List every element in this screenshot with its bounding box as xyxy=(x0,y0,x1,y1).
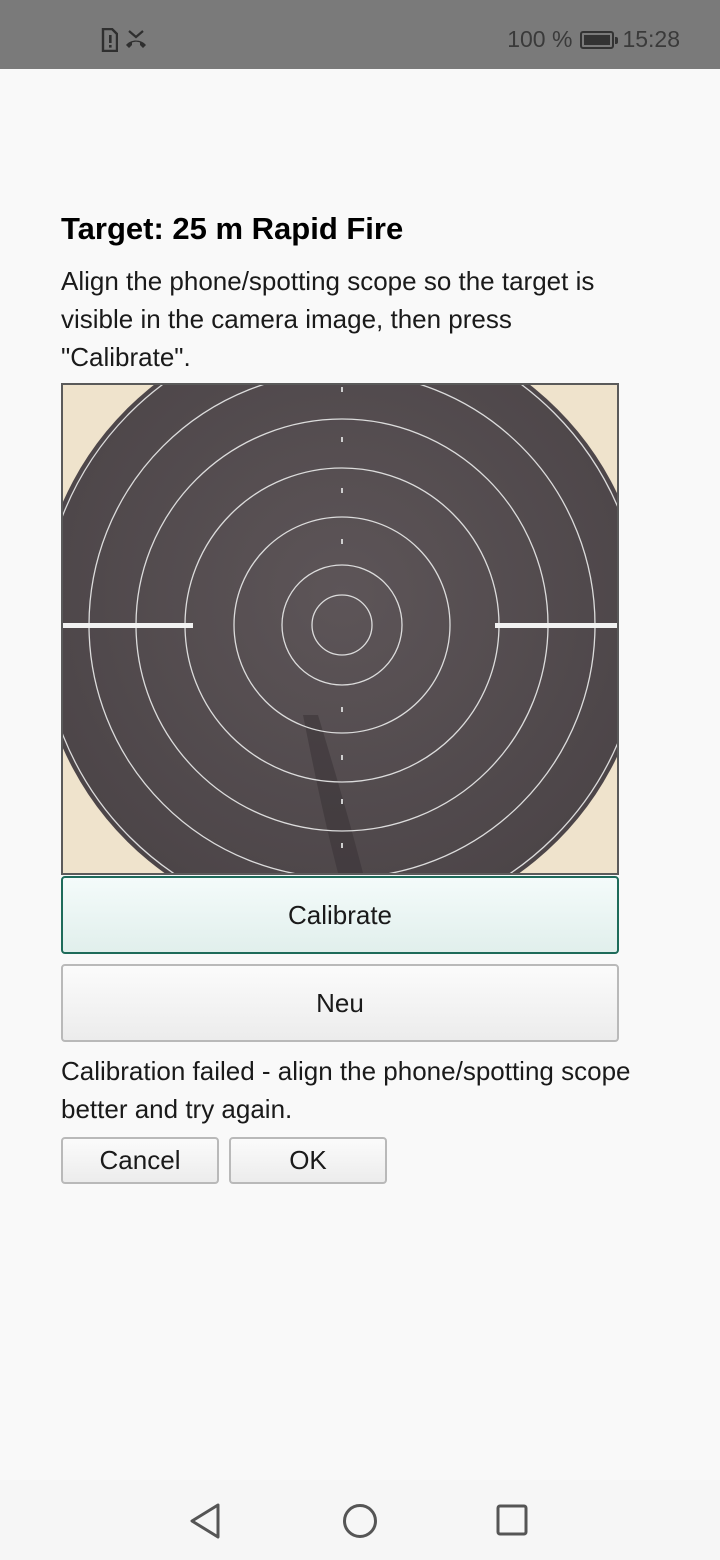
target-image xyxy=(63,385,617,873)
sim-alert-icon xyxy=(100,27,119,57)
status-bar: 100 % 15:28 xyxy=(0,0,720,69)
status-bar-left-icons xyxy=(100,27,148,57)
back-icon[interactable] xyxy=(188,1502,222,1545)
target-left-bar xyxy=(63,623,193,628)
instructions-text: Align the phone/spotting scope so the ta… xyxy=(61,266,595,372)
clock: 15:28 xyxy=(622,26,680,52)
calibrate-button[interactable]: Calibrate xyxy=(61,876,619,954)
cancel-button[interactable]: Cancel xyxy=(61,1137,219,1184)
status-bar-right: 100 % 15:28 xyxy=(507,26,680,53)
battery-percent: 100 % xyxy=(507,26,573,52)
recents-icon[interactable] xyxy=(496,1504,528,1541)
battery-fill xyxy=(584,34,611,45)
missed-call-icon xyxy=(124,28,148,57)
home-icon[interactable] xyxy=(342,1503,378,1544)
target-right-bar xyxy=(495,623,617,628)
ok-button[interactable]: OK xyxy=(229,1137,387,1184)
calibration-status-message: Calibration failed - align the phone/spo… xyxy=(61,1056,631,1124)
navigation-bar xyxy=(0,1480,720,1560)
new-button[interactable]: Neu xyxy=(61,964,619,1042)
battery-icon xyxy=(580,30,619,49)
page-title: Target: 25 m Rapid Fire xyxy=(61,211,404,246)
camera-preview xyxy=(61,383,619,875)
